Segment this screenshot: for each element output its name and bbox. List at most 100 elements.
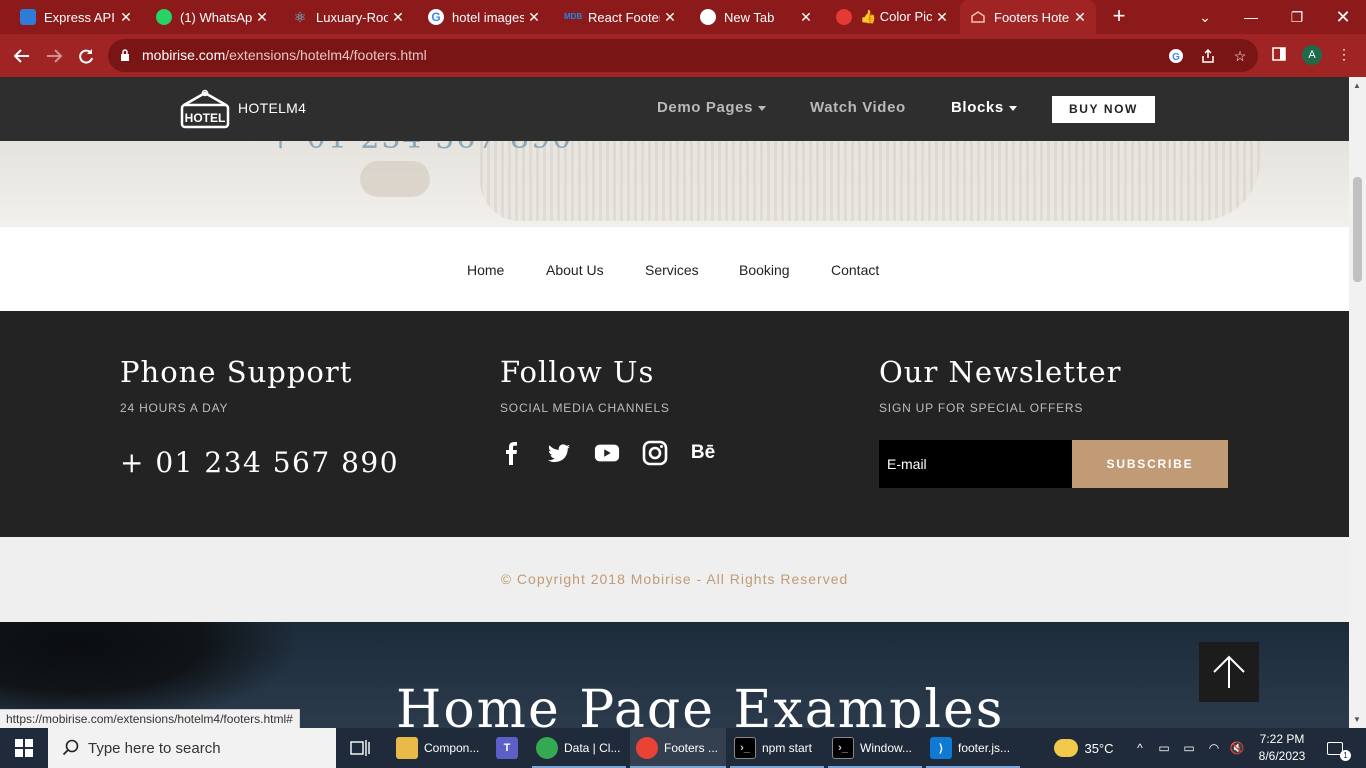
close-tab-icon[interactable]: ✕ xyxy=(524,9,544,26)
menu-link-home[interactable]: Home xyxy=(467,262,504,278)
newsletter-subtitle: SIGN UP FOR SPECIAL OFFERS xyxy=(879,401,1084,415)
tray-chevron-icon[interactable]: ^ xyxy=(1130,728,1150,768)
scroll-to-top-button[interactable] xyxy=(1199,642,1259,702)
taskbar-item-chrome-data[interactable]: Data | Cl... xyxy=(532,728,626,768)
facebook-icon[interactable] xyxy=(498,440,524,466)
nav-blocks[interactable]: Blocks xyxy=(951,99,1017,116)
menu-link-services[interactable]: Services xyxy=(645,262,699,278)
scroll-down-arrow-icon[interactable]: ▼ xyxy=(1353,715,1361,724)
logo-text: HOTEL xyxy=(185,111,226,125)
email-field[interactable] xyxy=(879,440,1072,488)
copyright-text: © Copyright 2018 Mobirise - All Rights R… xyxy=(500,571,849,587)
browser-tab[interactable]: ⚛ Luxuary-Room ✕ xyxy=(272,0,414,34)
whatsapp-icon xyxy=(156,9,172,25)
close-tab-icon[interactable]: ✕ xyxy=(660,9,680,26)
close-tab-icon[interactable]: ✕ xyxy=(252,9,272,26)
volume-muted-icon[interactable]: 🔇 xyxy=(1226,728,1248,768)
share-icon[interactable] xyxy=(1198,46,1218,66)
address-bar[interactable]: mobirise.com/extensions/hotelm4/footers.… xyxy=(108,39,1258,72)
hero-image-detail xyxy=(360,161,430,197)
taskbar-item-windows-terminal[interactable]: ›_ Window... xyxy=(828,728,922,768)
taskbar-item-chrome-footers[interactable]: Footers ... xyxy=(630,728,726,768)
caret-down-icon xyxy=(758,105,767,111)
meet-now-icon[interactable]: ▭ xyxy=(1154,728,1174,768)
nav-watch-video[interactable]: Watch Video xyxy=(810,99,906,116)
svg-text:G: G xyxy=(1172,52,1180,63)
side-panel-icon[interactable] xyxy=(1269,44,1289,64)
subscribe-button[interactable]: SUBSCRIBE xyxy=(1072,440,1228,488)
tab-favicon-icon xyxy=(20,9,36,25)
phone-support-title: Phone Support xyxy=(120,355,353,389)
more-menu-icon[interactable]: ⋮ xyxy=(1334,44,1354,64)
nav-label: Blocks xyxy=(951,99,1004,116)
battery-icon[interactable]: ▭ xyxy=(1178,728,1200,768)
terminal-icon: ›_ xyxy=(734,737,756,759)
caret-down-icon xyxy=(1008,105,1017,111)
scroll-up-arrow-icon[interactable]: ▲ xyxy=(1353,81,1361,90)
chrome-icon xyxy=(636,737,658,759)
taskbar-item-npm-start[interactable]: ›_ npm start xyxy=(730,728,824,768)
site-navbar: HOTEL HOTELM4 Demo Pages Watch Video Blo… xyxy=(0,77,1349,141)
new-tab-button[interactable]: + xyxy=(1108,5,1130,29)
close-tab-icon[interactable]: ✕ xyxy=(796,9,816,26)
wifi-icon[interactable]: ◠ xyxy=(1203,728,1225,768)
tab-search-icon[interactable]: ⌄ xyxy=(1182,0,1228,34)
close-tab-icon[interactable]: ✕ xyxy=(1070,9,1090,26)
taskbar-item-teams[interactable]: T xyxy=(492,728,522,768)
buy-now-button[interactable]: BUY NOW xyxy=(1052,96,1155,123)
taskbar-item-vscode[interactable]: ⟩ footer.js... xyxy=(926,728,1020,768)
profile-avatar[interactable]: A xyxy=(1302,45,1322,65)
minimize-icon[interactable]: — xyxy=(1228,0,1274,34)
browser-toolbar: mobirise.com/extensions/hotelm4/footers.… xyxy=(0,34,1366,77)
instagram-icon[interactable] xyxy=(642,440,668,466)
browser-tab[interactable]: G hotel images ✕ xyxy=(408,0,550,34)
hero-background-image xyxy=(480,141,1260,221)
twitter-icon[interactable] xyxy=(546,440,572,466)
taskbar-item-label: Footers ... xyxy=(664,741,719,755)
nav-demo-pages[interactable]: Demo Pages xyxy=(657,99,767,116)
url-text[interactable]: mobirise.com/extensions/hotelm4/footers.… xyxy=(142,47,427,63)
url-path: /extensions/hotelm4/footers.html xyxy=(225,47,427,63)
menu-link-contact[interactable]: Contact xyxy=(831,262,879,278)
browser-tab[interactable]: (1) WhatsApp ✕ xyxy=(136,0,278,34)
behance-icon[interactable]: Bē xyxy=(690,440,716,466)
hotel-logo-icon[interactable]: HOTEL xyxy=(180,89,230,129)
chrome-icon xyxy=(536,737,558,759)
windows-start-button[interactable] xyxy=(0,728,48,768)
forward-icon[interactable] xyxy=(41,43,67,69)
close-tab-icon[interactable]: ✕ xyxy=(932,9,952,26)
close-tab-icon[interactable]: ✕ xyxy=(116,9,136,26)
follow-us-subtitle: SOCIAL MEDIA CHANNELS xyxy=(500,401,670,415)
scrollbar-thumb[interactable] xyxy=(1353,177,1362,282)
google-lens-icon[interactable]: G xyxy=(1166,46,1186,66)
footer-section: Phone Support 24 HOURS A DAY + 01 234 56… xyxy=(0,311,1349,537)
page-scrollbar[interactable]: ▲ ▼ xyxy=(1349,77,1366,728)
follow-us-title: Follow Us xyxy=(500,355,655,389)
copyright-section: © Copyright 2018 Mobirise - All Rights R… xyxy=(0,537,1349,622)
browser-tab[interactable]: 👍 Color Pick ✕ xyxy=(816,0,958,34)
reload-icon[interactable] xyxy=(73,43,99,69)
browser-tab[interactable]: Express API w ✕ xyxy=(0,0,142,34)
taskbar-clock[interactable]: 7:22 PM 8/6/2023 xyxy=(1256,731,1308,765)
tab-title: 👍 Color Pick xyxy=(860,9,932,24)
browser-tab[interactable]: MDB React Footer ✕ xyxy=(544,0,686,34)
back-icon[interactable] xyxy=(9,43,35,69)
menu-link-booking[interactable]: Booking xyxy=(739,262,790,278)
youtube-icon[interactable] xyxy=(594,440,620,466)
taskbar-item-explorer[interactable]: Compon... xyxy=(392,728,488,768)
menu-link-about-us[interactable]: About Us xyxy=(546,262,604,278)
browser-tab[interactable]: New Tab ✕ xyxy=(680,0,822,34)
task-view-icon[interactable] xyxy=(348,728,372,768)
weather-widget[interactable]: 35°C xyxy=(1044,728,1124,768)
close-window-icon[interactable]: ✕ xyxy=(1320,0,1366,34)
lock-icon[interactable] xyxy=(120,49,130,61)
phone-number[interactable]: + 01 234 567 890 xyxy=(120,446,399,479)
notification-center-icon[interactable]: 1 xyxy=(1320,728,1351,768)
restore-icon[interactable]: ❐ xyxy=(1274,0,1320,34)
taskbar-search[interactable]: Type here to search xyxy=(48,728,336,768)
brand-name[interactable]: HOTELM4 xyxy=(238,100,306,116)
bookmark-star-icon[interactable]: ☆ xyxy=(1230,46,1250,66)
close-tab-icon[interactable]: ✕ xyxy=(388,9,408,26)
color-picker-icon xyxy=(836,9,852,25)
browser-tab-active[interactable]: Footers Hotel ✕ xyxy=(960,0,1096,34)
